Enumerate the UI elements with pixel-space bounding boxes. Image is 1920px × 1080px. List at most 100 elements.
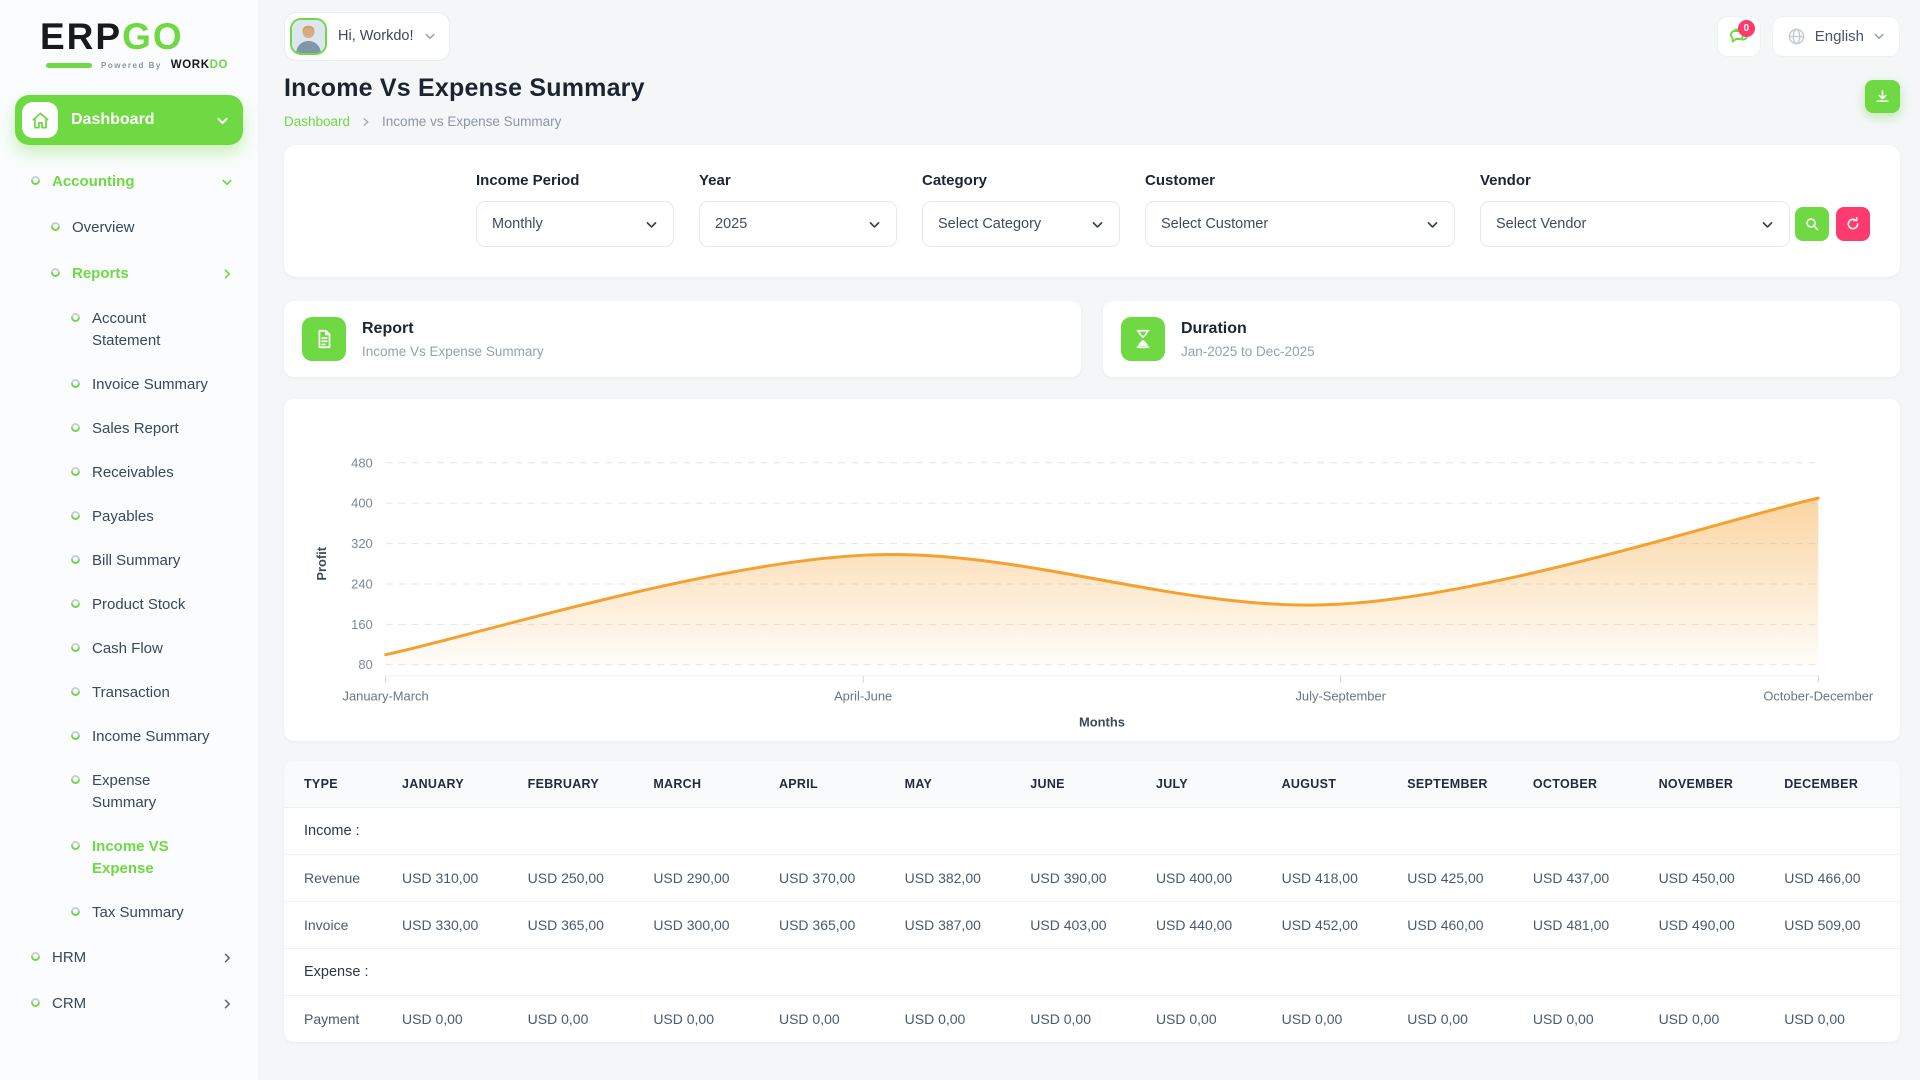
table-column-header: OCTOBER: [1522, 761, 1649, 809]
duration-card-title: Duration: [1181, 319, 1247, 337]
page-header: Income Vs Expense Summary Dashboard Inco…: [284, 74, 1900, 129]
chevron-down-icon: [222, 179, 232, 186]
sidebar-item-crm[interactable]: CRM: [15, 981, 243, 1027]
app-logo[interactable]: ERPGO Powered By WORKDO: [0, 14, 258, 71]
topbar-actions: 0 English: [1716, 15, 1900, 57]
sidebar-list-bottom: HRM CRM: [15, 935, 243, 1027]
y-tick-label: 240: [351, 576, 373, 591]
filter-select-vendor[interactable]: Select Vendor: [1480, 201, 1790, 247]
sidebar-item-income-summary[interactable]: Income Summary: [15, 715, 243, 759]
sidebar-item-accounting[interactable]: Accounting: [15, 159, 243, 205]
y-axis-title: Profit: [314, 546, 329, 580]
sidebar-item-receivables[interactable]: Receivables: [15, 451, 243, 495]
table-column-header: JULY: [1145, 761, 1272, 809]
bullet-icon: [69, 597, 82, 610]
table-cell: USD 490,00: [1648, 901, 1775, 949]
notification-badge: 0: [1737, 19, 1755, 37]
powered-by-label: Powered By: [101, 60, 162, 70]
reset-filter-button[interactable]: [1836, 207, 1870, 241]
sidebar-item-product-stock[interactable]: Product Stock: [15, 583, 243, 627]
y-tick-label: 80: [358, 657, 372, 672]
sidebar-list: Accounting Overview Reports: [15, 159, 243, 297]
table-section-label: Income :: [304, 823, 360, 840]
sidebar-item-account-statement[interactable]: Account Statement: [15, 297, 243, 363]
table-column-header: FEBRUARY: [517, 761, 644, 809]
greeting-text: Hi, Workdo!: [338, 28, 414, 44]
y-tick-label: 480: [351, 455, 373, 470]
bullet-icon: [69, 553, 82, 566]
table-cell: USD 0,00: [768, 995, 895, 1043]
filter-label: Income Period: [476, 172, 580, 189]
table-column-header: TYPE: [284, 761, 392, 809]
sidebar-item-label: Income VS Expense: [92, 838, 169, 877]
sidebar-item-label: Account Statement: [92, 310, 161, 349]
bullet-icon: [69, 773, 82, 786]
table-cell: USD 365,00: [517, 901, 644, 949]
sidebar-item-label: Receivables: [92, 464, 174, 481]
sidebar-item-label: Bill Summary: [92, 552, 181, 569]
sidebar-item-invoice-summary[interactable]: Invoice Summary: [15, 363, 243, 407]
breadcrumb-home-link[interactable]: Dashboard: [284, 114, 350, 129]
chevron-right-icon: [224, 269, 231, 279]
sidebar-item-transaction[interactable]: Transaction: [15, 671, 243, 715]
table-cell: USD 370,00: [768, 854, 895, 902]
filter-select-income-period[interactable]: Monthly: [476, 201, 674, 247]
chevron-down-icon: [869, 221, 880, 228]
sidebar-item-reports[interactable]: Reports: [15, 251, 243, 297]
apply-filter-button[interactable]: [1795, 207, 1829, 241]
user-menu[interactable]: Hi, Workdo!: [284, 11, 451, 61]
chevron-down-icon: [217, 117, 228, 124]
bullet-icon: [29, 996, 42, 1009]
table-cell: USD 403,00: [1020, 901, 1146, 949]
sidebar-item-hrm[interactable]: HRM: [15, 935, 243, 981]
bullet-icon: [69, 839, 82, 852]
refresh-icon: [1847, 216, 1859, 230]
table-section-row: Income :: [284, 808, 1900, 855]
sidebar-item-expense-summary[interactable]: Expense Summary: [15, 759, 243, 825]
x-tick-label: April-June: [834, 689, 892, 704]
filter-panel: Income Period Monthly Year 2025 Category Sele…: [284, 145, 1900, 277]
filter-select-category[interactable]: Select Category: [922, 201, 1120, 247]
globe-icon: [1788, 28, 1805, 44]
logo-subline: Powered By WORKDO: [46, 59, 258, 71]
table-cell: USD 437,00: [1522, 854, 1649, 902]
filter-fields: Income Period Monthly Year 2025 Category Sele…: [476, 172, 1790, 247]
table-cell: USD 0,00: [1145, 995, 1272, 1043]
table-body: Income : Revenue USD 310,00 USD 250,00 USD 2…: [284, 808, 1900, 1043]
language-selector[interactable]: English: [1771, 15, 1900, 57]
table-column-header: SEPTEMBER: [1397, 761, 1523, 809]
sidebar-item-income-vs-expense[interactable]: Income VS Expense: [15, 825, 243, 891]
messages-button[interactable]: 0: [1716, 15, 1761, 57]
sidebar-item-overview[interactable]: Overview: [15, 205, 243, 251]
sidebar-item-cash-flow[interactable]: Cash Flow: [15, 627, 243, 671]
table-cell: USD 450,00: [1648, 854, 1775, 902]
filter-select-customer[interactable]: Select Customer: [1145, 201, 1455, 247]
y-tick-label: 400: [351, 496, 373, 511]
bullet-icon: [69, 421, 82, 434]
table-column-header: AUGUST: [1271, 761, 1398, 809]
filter-select-year[interactable]: 2025: [699, 201, 897, 247]
download-button[interactable]: [1865, 80, 1900, 113]
sidebar-item-tax-summary[interactable]: Tax Summary: [15, 891, 243, 935]
income-expense-table-card: TYPE JANUARY FEBRUARY MARCH APRIL MAY JUNE JULY…: [284, 761, 1900, 1043]
search-icon: [1806, 218, 1819, 231]
bullet-icon: [69, 377, 82, 390]
sidebar-item-label: Sales Report: [92, 420, 179, 437]
bullet-icon: [69, 465, 82, 478]
chevron-down-icon: [646, 221, 657, 228]
sidebar-item-bill-summary[interactable]: Bill Summary: [15, 539, 243, 583]
bullet-icon: [69, 311, 82, 324]
table-cell: USD 452,00: [1271, 901, 1398, 949]
table-column-header: JUNE: [1020, 761, 1146, 809]
table-column-header: MARCH: [643, 761, 769, 809]
sidebar-item-dashboard[interactable]: Dashboard: [15, 95, 243, 145]
sidebar-item-payables[interactable]: Payables: [15, 495, 243, 539]
sidebar-item-label: Cash Flow: [92, 640, 163, 657]
sidebar-item-sales-report[interactable]: Sales Report: [15, 407, 243, 451]
page-title: Income Vs Expense Summary: [284, 74, 645, 102]
table-cell: USD 0,00: [1397, 995, 1523, 1043]
table-column-header: NOVEMBER: [1648, 761, 1775, 809]
filter-label: Year: [699, 172, 731, 189]
table-cell: USD 310,00: [392, 854, 518, 902]
table-cell: USD 466,00: [1774, 854, 1900, 902]
